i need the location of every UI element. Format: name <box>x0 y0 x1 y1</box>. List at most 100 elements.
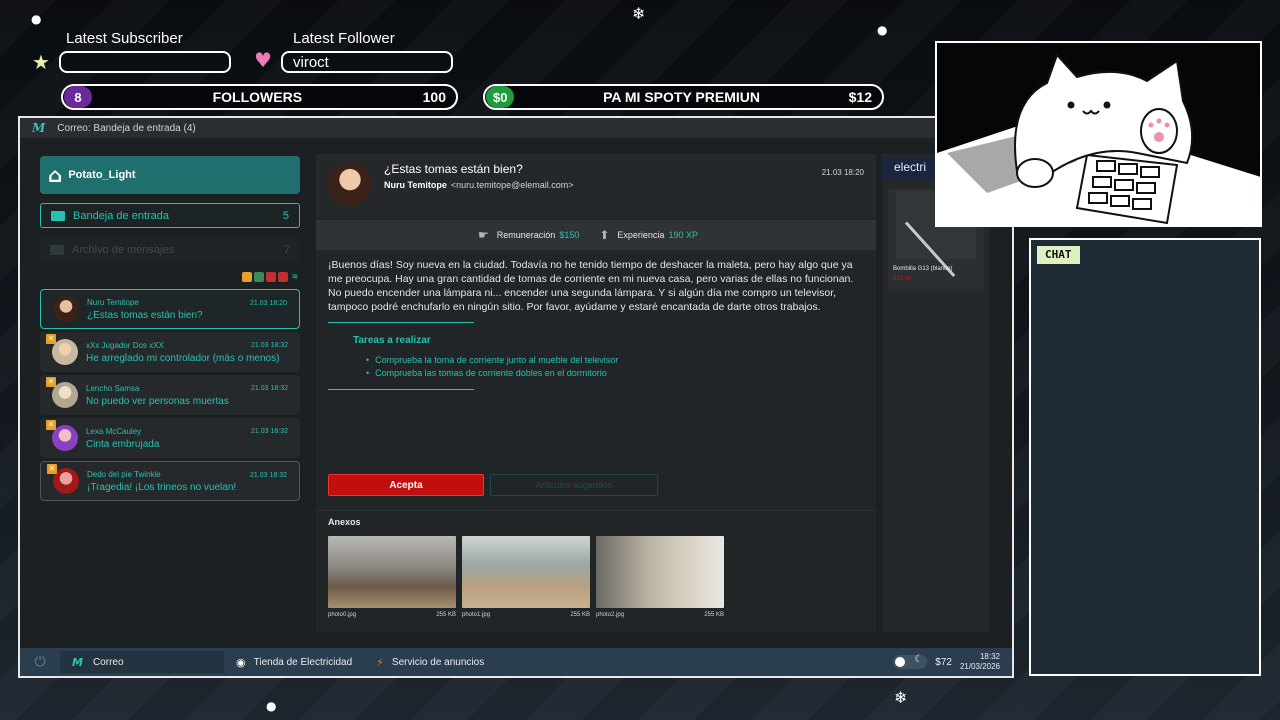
email-body: ¡Buenos días! Soy nueva en la ciudad. To… <box>328 259 854 313</box>
user-card[interactable]: ⌂ Potato_Light <box>40 156 300 194</box>
shop-item-price: $12.40 <box>893 276 912 282</box>
donation-label: PA MI SPOTY PREMIUN <box>603 89 760 105</box>
attachment-name: photo1.jpg <box>462 612 491 618</box>
username: Potato_Light <box>68 169 136 181</box>
taskbar-item-electric-shop[interactable]: ◉ Tienda de Electricidad <box>224 651 364 673</box>
message-sender: Lexa McCauley <box>86 426 142 436</box>
shop-icon: ◉ <box>236 655 246 669</box>
job-tag-icon: ✕ <box>46 420 56 430</box>
message-sender: Nuru Temitope <box>87 297 139 307</box>
chat-label: CHAT <box>1037 246 1080 264</box>
divider <box>316 510 876 511</box>
shop-tag: electri <box>882 157 942 179</box>
bongo-cat-illustration <box>937 43 1260 225</box>
filter-icons: ≋ <box>40 272 300 286</box>
filter-job-icon[interactable] <box>242 272 252 282</box>
email-date: 21.03 18:20 <box>821 168 864 177</box>
money-display: $72 <box>935 656 952 668</box>
job-tag-icon: ✕ <box>46 334 56 344</box>
heart-icon: ♥ <box>254 48 272 72</box>
filter-shield-icon[interactable] <box>278 272 288 282</box>
folder-archive-count: 7 <box>283 243 290 256</box>
attachment-thumbnail[interactable]: photo0.jpg 255 KB <box>328 536 456 618</box>
reward-bar: ☛ Remuneración $150 ⬆ Experiencia 190 XP <box>316 220 876 250</box>
message-sender: Lencho Samsa <box>86 383 140 393</box>
message-item[interactable]: ✕ xXx Jugador Dos xXX He arreglado mi co… <box>40 332 300 372</box>
latest-subscriber-field <box>59 51 231 73</box>
attachment-size: 255 KB <box>570 612 590 618</box>
reward-value: $150 <box>559 230 580 240</box>
room-photo <box>328 536 456 608</box>
window-title: Correo: Bandeja de entrada (4) <box>57 122 196 134</box>
email-from: Nuru Temitope <nuru.temitope@elemail.com> <box>384 180 574 190</box>
room-photo <box>596 536 724 608</box>
attachment-thumbnail[interactable]: photo2.jpg 255 KB <box>596 536 724 618</box>
task-list: Comprueba la toma de corriente junto al … <box>316 354 876 380</box>
snow-dot-icon: ● <box>266 699 277 713</box>
attachment-name: photo0.jpg <box>328 612 357 618</box>
sender-email: <nuru.temitope@elemail.com> <box>450 180 574 190</box>
mail-sidebar: ⌂ Potato_Light Bandeja de entrada 5 Arch… <box>40 156 300 501</box>
room-photo <box>462 536 590 608</box>
latest-subscriber-label: Latest Subscriber <box>66 30 183 47</box>
attachment-name: photo2.jpg <box>596 612 625 618</box>
taskbar-item-label: Tienda de Electricidad <box>253 656 353 668</box>
tasks-title: Tareas a realizar <box>353 335 431 346</box>
sender-name: Nuru Temitope <box>384 180 447 190</box>
lightning-icon: ⚡ <box>376 655 384 669</box>
message-subject: No puedo ver personas muertas <box>86 395 229 407</box>
attachment-size: 255 KB <box>704 612 724 618</box>
taskbar-item-label: Correo <box>92 656 124 668</box>
payment-hand-icon: ☛ <box>478 228 489 242</box>
task-item: Comprueba la toma de corriente junto al … <box>366 354 876 367</box>
filter-alert-icon[interactable] <box>266 272 276 282</box>
archive-icon <box>50 244 64 255</box>
message-subject: ¿Estas tomas están bien? <box>87 309 203 321</box>
taskbar-item-label: Servicio de anuncios <box>391 656 485 668</box>
taskbar-item-mail[interactable]: M Correo <box>60 651 224 673</box>
divider <box>328 322 474 323</box>
job-tag-icon: ✕ <box>46 377 56 387</box>
snowflake-icon: ❄ <box>632 4 646 23</box>
email-reader: ¿Estas tomas están bien? Nuru Temitope <n… <box>316 154 876 632</box>
window-titlebar: M Correo: Bandeja de entrada (4) <box>20 118 1012 138</box>
snowflake-icon: ❄ <box>894 688 908 707</box>
message-date: 21.03 18:32 <box>251 385 288 392</box>
clock: 18:32 21/03/2026 <box>960 652 1000 672</box>
day-night-toggle[interactable]: ☾ <box>893 654 928 669</box>
divider <box>328 389 474 390</box>
xp-arrow-icon: ⬆ <box>599 228 610 242</box>
message-item[interactable]: Nuru Temitope ¿Estas tomas están bien? 2… <box>40 289 300 329</box>
xp-label: Experiencia <box>617 230 665 240</box>
folder-inbox[interactable]: Bandeja de entrada 5 <box>40 203 300 228</box>
house-icon: ⌂ <box>48 163 63 187</box>
latest-follower-label: Latest Follower <box>293 30 395 47</box>
shop-item-name: Bombilla G13 (blanco) <box>893 266 953 272</box>
message-sender: Dedo del pie Twinkle <box>87 469 161 479</box>
followers-goal: 100 <box>422 89 446 105</box>
wifi-icon: ≋ <box>291 272 299 281</box>
attachments-title: Anexos <box>328 517 361 527</box>
attachment-size: 255 KB <box>436 612 456 618</box>
message-subject: ¡Tragedia! ¡Los trineos no vuelan! <box>87 481 237 493</box>
message-item[interactable]: ✕ Lencho Samsa No puedo ver personas mue… <box>40 375 300 415</box>
suggested-items-button[interactable]: Artículos sugeridos <box>490 474 658 496</box>
attachment-thumbnail[interactable]: photo1.jpg 255 KB <box>462 536 590 618</box>
taskbar-tray: ☾ $72 18:32 21/03/2026 <box>893 652 1012 672</box>
message-subject: Cinta embrujada <box>86 438 160 450</box>
message-date: 21.03 18:32 <box>251 342 288 349</box>
taskbar-item-ads[interactable]: ⚡ Servicio de anuncios <box>364 651 496 673</box>
power-icon[interactable]: ⏻ <box>20 654 60 670</box>
avatar <box>53 296 79 322</box>
message-item[interactable]: ✕ Dedo del pie Twinkle ¡Tragedia! ¡Los t… <box>40 461 300 501</box>
message-item[interactable]: ✕ Lexa McCauley Cinta embrujada 21.03 18… <box>40 418 300 458</box>
folder-archive[interactable]: Archivo de mensajes 7 <box>40 237 300 262</box>
accept-button[interactable]: Acepta <box>328 474 484 496</box>
followers-count: 8 <box>64 86 92 108</box>
filter-gear-icon[interactable] <box>254 272 264 282</box>
xp-value: 190 XP <box>668 230 698 240</box>
donation-current: $0 <box>486 86 515 108</box>
latest-follower-field: viroct <box>281 51 453 73</box>
donation-goal-bar: $0 PA MI SPOTY PREMIUN $12 <box>483 84 884 110</box>
sender-avatar <box>328 162 372 206</box>
